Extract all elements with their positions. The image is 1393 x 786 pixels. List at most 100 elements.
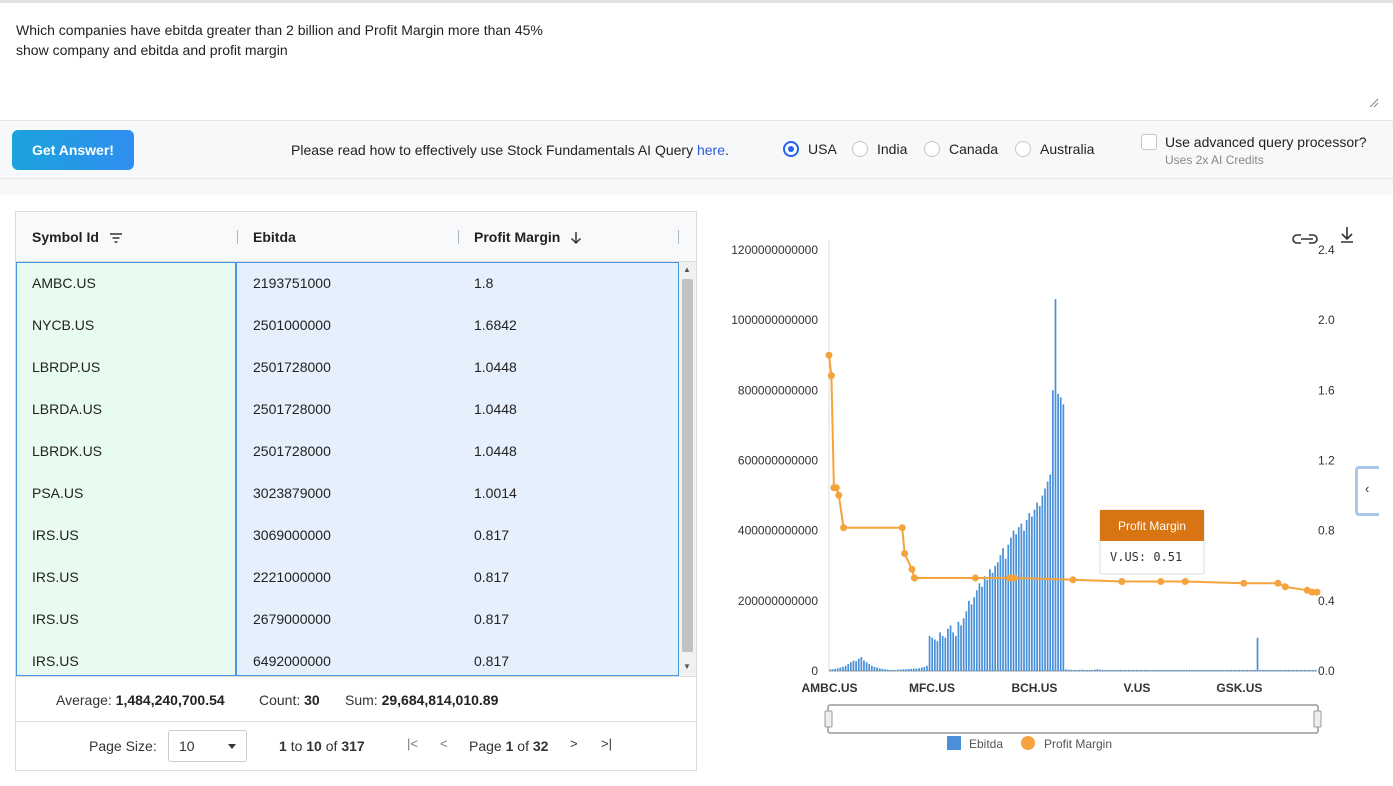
- cell-ebitda[interactable]: 2501728000: [237, 388, 458, 430]
- table-row[interactable]: LBRDK.US 2501728000 1.0448: [16, 430, 679, 472]
- cell-ebitda[interactable]: 2501728000: [237, 430, 458, 472]
- cell-profit-margin[interactable]: 1.0448: [458, 346, 679, 388]
- cell-ebitda[interactable]: 6492000000: [237, 640, 458, 676]
- advanced-query-checkbox[interactable]: [1141, 134, 1157, 150]
- table-row[interactable]: LBRDP.US 2501728000 1.0448: [16, 346, 679, 388]
- last-page-icon[interactable]: >|: [601, 736, 612, 751]
- filter-icon[interactable]: [109, 232, 123, 244]
- ebitda-bar: [1219, 669, 1222, 671]
- side-panel-toggle[interactable]: ‹: [1355, 466, 1379, 516]
- query-text[interactable]: Which companies have ebitda greater than…: [16, 20, 543, 60]
- cell-symbol[interactable]: IRS.US: [16, 556, 237, 598]
- cell-symbol[interactable]: PSA.US: [16, 472, 237, 514]
- get-answer-button[interactable]: Get Answer!: [12, 130, 134, 170]
- vertical-scrollbar[interactable]: ▲ ▼: [679, 262, 696, 676]
- cell-symbol[interactable]: IRS.US: [16, 640, 237, 676]
- column-resize-handle[interactable]: [678, 230, 679, 244]
- cell-ebitda[interactable]: 2193751000: [237, 262, 458, 304]
- cell-symbol[interactable]: AMBC.US: [16, 262, 237, 304]
- table-row[interactable]: IRS.US 3069000000 0.817: [16, 514, 679, 556]
- ebitda-bar: [1020, 523, 1023, 671]
- table-row[interactable]: AMBC.US 2193751000 1.8: [16, 262, 679, 304]
- first-page-icon[interactable]: |<: [407, 736, 418, 751]
- region-radio-canada[interactable]: Canada: [924, 141, 998, 157]
- table-row[interactable]: IRS.US 2679000000 0.817: [16, 598, 679, 640]
- cell-ebitda[interactable]: 2501000000: [237, 304, 458, 346]
- column-header-profit-margin[interactable]: Profit Margin: [474, 212, 582, 262]
- ebitda-bar: [1159, 669, 1162, 671]
- table-row[interactable]: PSA.US 3023879000 1.0014: [16, 472, 679, 514]
- advanced-query-label[interactable]: Use advanced query processor?: [1165, 134, 1367, 150]
- cell-ebitda[interactable]: 2221000000: [237, 556, 458, 598]
- ebitda-bar: [1107, 669, 1109, 671]
- ebitda-bar: [1033, 509, 1036, 671]
- ebitda-bar: [1167, 669, 1170, 671]
- query-textarea[interactable]: Which companies have ebitda greater than…: [0, 3, 1393, 121]
- column-header-label: Symbol Id: [32, 229, 99, 245]
- cell-profit-margin[interactable]: 1.0014: [458, 472, 679, 514]
- cell-ebitda[interactable]: 3023879000: [237, 472, 458, 514]
- ebitda-bar: [899, 669, 902, 671]
- help-link[interactable]: here: [697, 142, 725, 158]
- count-aggregate: Count: 30: [259, 692, 320, 708]
- cell-profit-margin[interactable]: 0.817: [458, 556, 679, 598]
- cell-profit-margin[interactable]: 0.817: [458, 598, 679, 640]
- cell-profit-margin[interactable]: 1.8: [458, 262, 679, 304]
- column-header-ebitda[interactable]: Ebitda: [253, 212, 296, 262]
- cell-profit-margin[interactable]: 1.0448: [458, 388, 679, 430]
- ebitda-bar: [1172, 669, 1175, 671]
- region-radio-australia[interactable]: Australia: [1015, 141, 1094, 157]
- ebitda-bar: [1251, 669, 1254, 671]
- cell-symbol[interactable]: NYCB.US: [16, 304, 237, 346]
- row-range-summary: 1 to 10 of 317: [279, 738, 365, 754]
- column-resize-handle[interactable]: [458, 230, 459, 244]
- table-row[interactable]: NYCB.US 2501000000 1.6842: [16, 304, 679, 346]
- page-size-select[interactable]: 10: [168, 730, 247, 762]
- cell-symbol[interactable]: LBRDA.US: [16, 388, 237, 430]
- ebitda-bar: [1196, 669, 1199, 671]
- cell-profit-margin[interactable]: 1.6842: [458, 304, 679, 346]
- combo-chart[interactable]: 1200000000000 1000000000000 800000000000 60…: [705, 211, 1393, 771]
- ebitda-bar: [1062, 404, 1065, 671]
- resize-grip-icon[interactable]: [1369, 98, 1379, 108]
- cell-profit-margin[interactable]: 0.817: [458, 514, 679, 556]
- ebitda-bar: [1088, 669, 1091, 671]
- region-radio-usa[interactable]: USA: [783, 141, 837, 157]
- scroll-up-icon[interactable]: ▲: [683, 265, 691, 274]
- column-resize-handle[interactable]: [237, 230, 238, 244]
- cell-ebitda[interactable]: 3069000000: [237, 514, 458, 556]
- ebitda-bar: [1104, 669, 1107, 671]
- ebitda-bar: [1259, 669, 1261, 671]
- y-axis-tick-label: 200000000000: [738, 594, 818, 608]
- ebitda-bar: [915, 668, 918, 671]
- table-row[interactable]: LBRDA.US 2501728000 1.0448: [16, 388, 679, 430]
- advanced-query-sublabel: Uses 2x AI Credits: [1165, 153, 1264, 167]
- cell-symbol[interactable]: LBRDP.US: [16, 346, 237, 388]
- cell-ebitda[interactable]: 2679000000: [237, 598, 458, 640]
- column-header-symbol[interactable]: Symbol Id: [32, 212, 123, 262]
- cell-symbol[interactable]: IRS.US: [16, 598, 237, 640]
- cell-ebitda[interactable]: 2501728000: [237, 346, 458, 388]
- ebitda-bar: [1117, 669, 1120, 671]
- table-row[interactable]: IRS.US 6492000000 0.817: [16, 640, 679, 676]
- scroll-down-icon[interactable]: ▼: [683, 662, 691, 671]
- ebitda-bar: [868, 663, 871, 671]
- region-label: Australia: [1040, 141, 1095, 157]
- scrollbar-thumb[interactable]: [682, 279, 693, 652]
- cell-profit-margin[interactable]: 0.817: [458, 640, 679, 676]
- chevron-left-icon: ‹: [1365, 481, 1370, 496]
- region-radio-india[interactable]: India: [852, 141, 907, 157]
- table-row[interactable]: IRS.US 2221000000 0.817: [16, 556, 679, 598]
- download-icon[interactable]: [1341, 227, 1353, 243]
- sort-descending-icon[interactable]: [570, 231, 582, 245]
- previous-page-icon[interactable]: <: [440, 736, 448, 751]
- ebitda-bar: [1149, 669, 1151, 671]
- cell-profit-margin[interactable]: 1.0448: [458, 430, 679, 472]
- ebitda-bar: [949, 625, 952, 671]
- next-page-icon[interactable]: >: [570, 736, 578, 751]
- cell-symbol[interactable]: LBRDK.US: [16, 430, 237, 472]
- ebitda-bar: [1078, 669, 1080, 671]
- link-icon[interactable]: [1292, 234, 1318, 244]
- ebitda-bar: [947, 628, 949, 671]
- cell-symbol[interactable]: IRS.US: [16, 514, 237, 556]
